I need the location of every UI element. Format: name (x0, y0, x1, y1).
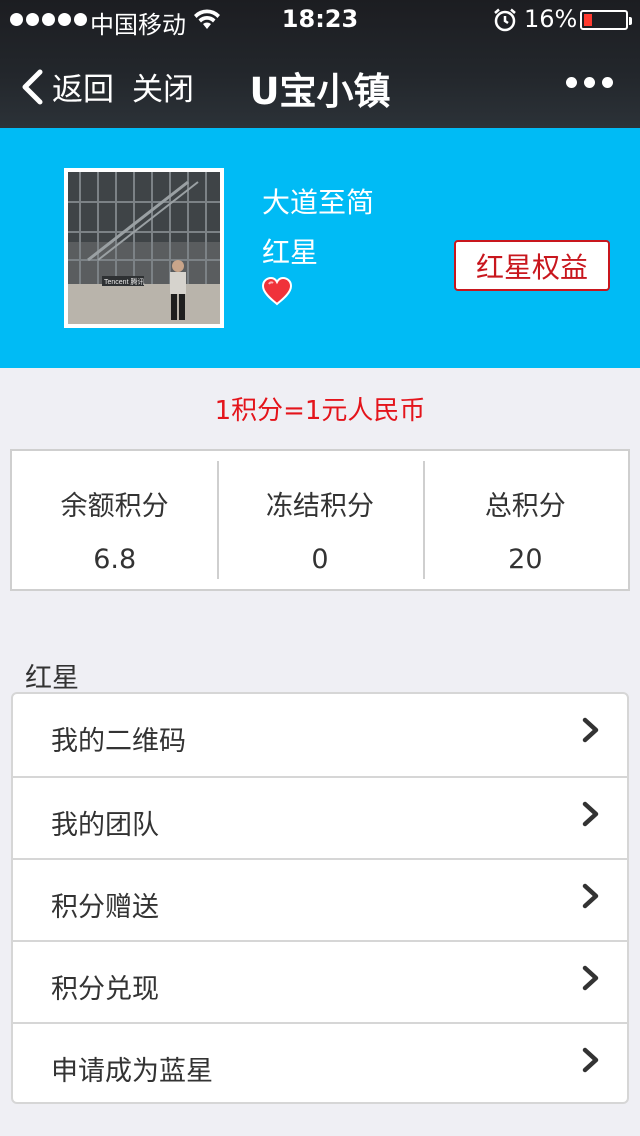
section-title: 红星 (25, 663, 79, 694)
more-dot-icon (566, 77, 577, 88)
menu-item-label: 积分赠送 (51, 892, 159, 923)
menu-item-label: 我的二维码 (51, 726, 186, 757)
profile-banner: Tencent 腾讯 大道至简 红星 红星权益 (0, 128, 640, 368)
points-exchange-rate: 1积分=1元人民币 (214, 396, 426, 426)
battery-percent: 16% (524, 5, 578, 33)
status-bar: 中国移动 18:23 16% (0, 0, 640, 40)
menu-item-label: 积分兑现 (51, 974, 159, 1005)
points-summary: 余额积分 6.8 冻结积分 0 总积分 20 (10, 449, 630, 591)
chevron-right-icon (582, 965, 599, 991)
battery-icon (580, 10, 632, 30)
points-value: 20 (508, 544, 543, 575)
points-value: 6.8 (93, 544, 137, 575)
user-level: 红星 (262, 236, 319, 269)
user-nickname: 大道至简 (262, 186, 375, 219)
points-value: 0 (311, 544, 329, 575)
menu-item-my-team[interactable]: 我的团队 (13, 776, 627, 858)
balance-points: 余额积分 6.8 (12, 451, 217, 589)
menu-item-apply-blue-star[interactable]: 申请成为蓝星 (13, 1022, 627, 1102)
top-bar: 中国移动 18:23 16% 返回 关闭 U宝小镇 (0, 0, 640, 128)
page-title: U宝小镇 (249, 70, 391, 113)
points-label: 余额积分 (60, 491, 169, 522)
points-label: 冻结积分 (265, 491, 374, 522)
chevron-right-icon (582, 1047, 599, 1073)
avatar[interactable]: Tencent 腾讯 (64, 168, 224, 328)
menu-item-label: 申请成为蓝星 (51, 1056, 213, 1087)
menu-item-label: 我的团队 (51, 810, 159, 841)
frozen-points: 冻结积分 0 (217, 451, 422, 589)
avatar-sign-text: Tencent 腾讯 (104, 277, 144, 286)
chevron-right-icon (582, 717, 599, 743)
menu-list: 我的二维码 我的团队 积分赠送 积分兑现 申请成为蓝星 (11, 692, 629, 1104)
more-dot-icon (602, 77, 613, 88)
alarm-clock-icon (494, 8, 516, 32)
total-points: 总积分 20 (422, 451, 628, 589)
menu-item-points-cashout[interactable]: 积分兑现 (13, 940, 627, 1022)
avatar-photo: Tencent 腾讯 (68, 172, 220, 324)
menu-item-qr-code[interactable]: 我的二维码 (13, 694, 627, 776)
menu-item-points-gift[interactable]: 积分赠送 (13, 858, 627, 940)
chevron-right-icon (582, 883, 599, 909)
points-label: 总积分 (484, 491, 566, 522)
heart-icon (261, 276, 293, 306)
more-dot-icon (584, 77, 595, 88)
chevron-right-icon (582, 801, 599, 827)
navigation-bar: 返回 关闭 U宝小镇 (0, 40, 640, 128)
more-options-button[interactable] (566, 77, 613, 88)
rights-button[interactable]: 红星权益 (454, 240, 610, 291)
